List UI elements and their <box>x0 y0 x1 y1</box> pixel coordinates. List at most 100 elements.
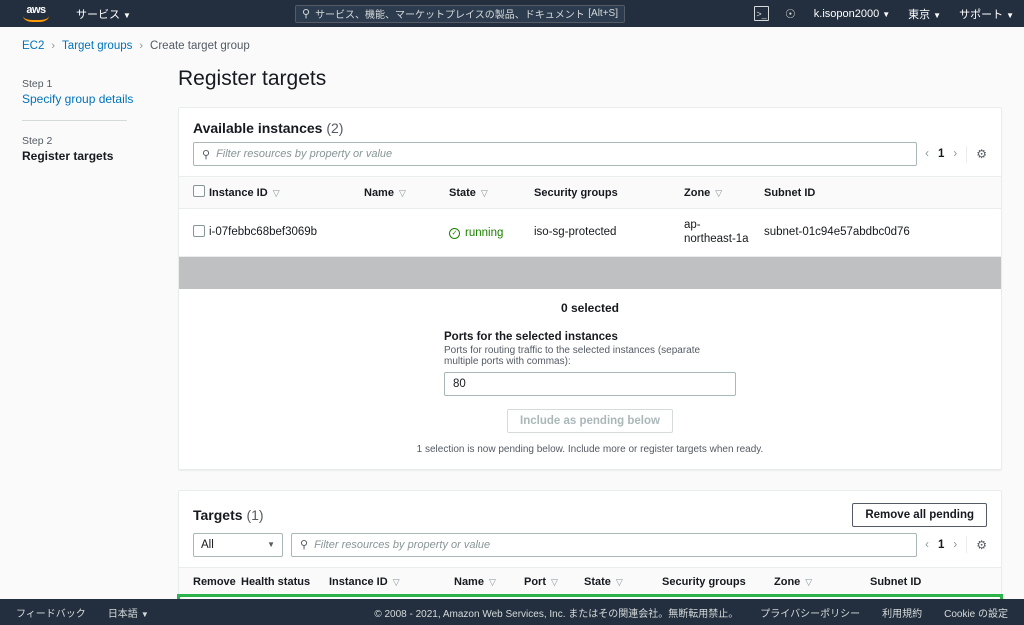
targets-type-select[interactable]: All ▼ <box>193 532 283 557</box>
column-subnet-id-label: Subnet ID <box>870 575 922 588</box>
targets-pagination: ‹ 1 › ⚙ <box>925 536 987 554</box>
column-state-label: State <box>584 575 611 588</box>
support-menu-label: サポート <box>959 8 1004 21</box>
chevron-down-icon: ▼ <box>882 9 891 19</box>
feedback-link[interactable]: フィードバック <box>16 605 86 620</box>
ports-label: Ports for the selected instances <box>444 330 618 343</box>
pagination-page-1[interactable]: 1 <box>938 539 944 551</box>
services-menu-label: サービス <box>76 8 120 21</box>
sidebar-step-2-number: Step 2 <box>22 135 53 147</box>
sort-icon: ▽ <box>805 576 813 587</box>
search-icon: ⚲ <box>302 8 311 20</box>
targets-title: Targets (1) <box>193 507 264 523</box>
sort-icon: ▽ <box>488 576 496 587</box>
column-state[interactable]: State ▽ <box>584 566 662 597</box>
select-all-header <box>179 176 209 209</box>
check-circle-icon: ✓ <box>449 227 460 239</box>
column-zone[interactable]: Zone ▽ <box>684 176 764 209</box>
pagination-page-1[interactable]: 1 <box>938 148 944 160</box>
select-all-checkbox[interactable] <box>193 185 205 197</box>
column-subnet-id: Subnet ID <box>870 566 1001 597</box>
pagination-prev-icon[interactable]: ‹ <box>925 148 929 160</box>
cookie-preferences-link[interactable]: Cookie の設定 <box>944 605 1008 620</box>
available-instances-panel: Available instances (2) ⚲ Filter resourc… <box>178 107 1002 470</box>
top-navigation: aws サービス▼ ⚲ サービス、機能、マーケットプレイスの製品、ドキュメントを… <box>0 0 1024 27</box>
column-remove-label: Remove <box>193 575 236 588</box>
aws-logo-text: aws <box>26 3 46 16</box>
table-header-row: Remove Health status Instance ID ▽ Name ▽ <box>179 566 1001 597</box>
column-instance-id[interactable]: Instance ID ▽ <box>329 566 454 597</box>
sidebar-step-2[interactable]: Step 2 Register targets <box>22 135 178 163</box>
cloudshell-icon[interactable]: >_ <box>754 6 770 21</box>
available-instances-filter-row: ⚲ Filter resources by property or value … <box>179 142 1001 176</box>
chevron-down-icon: ▼ <box>140 609 149 619</box>
sort-icon: ▽ <box>392 576 400 587</box>
sidebar-step-1[interactable]: Step 1 Specify group details <box>22 78 178 106</box>
sidebar-divider <box>22 120 127 121</box>
global-search-input[interactable]: ⚲ サービス、機能、マーケットプレイスの製品、ドキュメントを検索し [Alt+S… <box>295 4 625 23</box>
column-name[interactable]: Name ▽ <box>364 176 449 209</box>
chevron-down-icon: ▼ <box>1006 10 1014 20</box>
gear-icon[interactable]: ⚙ <box>976 538 987 552</box>
terms-of-use-link[interactable]: 利用規約 <box>882 605 922 620</box>
pagination-prev-icon[interactable]: ‹ <box>925 539 929 551</box>
table-row[interactable]: i-07febbc68bef3069b ✓ running iso-sg-pro… <box>179 208 1001 257</box>
breadcrumb-item-ec2[interactable]: EC2 <box>22 40 44 52</box>
support-menu[interactable]: サポート ▼ <box>959 6 1014 22</box>
column-zone[interactable]: Zone ▽ <box>774 566 870 597</box>
pagination-next-icon[interactable]: › <box>953 148 957 160</box>
sidebar-step-2-label: Register targets <box>22 149 114 163</box>
page-footer: フィードバック 日本語 ▼ © 2008 - 2021, Amazon Web S… <box>0 599 1024 625</box>
account-menu[interactable]: k.isopon2000 ▼ <box>814 8 890 20</box>
column-zone-label: Zone <box>684 186 711 199</box>
cell-name <box>364 208 449 257</box>
sort-icon: ▽ <box>615 576 623 587</box>
gear-icon[interactable]: ⚙ <box>976 147 987 161</box>
aws-logo[interactable]: aws <box>18 4 54 24</box>
column-state[interactable]: State ▽ <box>449 176 534 209</box>
column-instance-id-label: Instance ID <box>329 575 388 588</box>
sort-icon: ▽ <box>480 187 488 198</box>
sort-icon: ▽ <box>272 187 280 198</box>
cell-zone: ap-northeast-1a <box>684 208 764 257</box>
redacted-row-band <box>179 256 1001 289</box>
column-port[interactable]: Port ▽ <box>524 566 584 597</box>
ports-input-value: 80 <box>453 377 466 390</box>
available-instances-title-text: Available instances <box>193 120 323 136</box>
services-menu[interactable]: サービス ▼ <box>76 6 131 22</box>
pagination-divider <box>966 536 968 554</box>
notifications-bell-icon[interactable]: ☉ <box>785 7 796 21</box>
pagination-next-icon[interactable]: › <box>953 539 957 551</box>
targets-title-text: Targets <box>193 506 243 523</box>
available-instances-filter-input[interactable]: ⚲ Filter resources by property or value <box>193 142 918 166</box>
sort-icon: ▽ <box>715 187 723 198</box>
remove-all-pending-button[interactable]: Remove all pending <box>852 502 987 527</box>
table-header-row: Instance ID ▽ Name ▽ State ▽ Security group… <box>179 176 1001 209</box>
aws-logo-smile <box>23 16 49 22</box>
privacy-policy-link[interactable]: プライバシーポリシー <box>760 605 860 620</box>
region-menu[interactable]: 東京 ▼ <box>908 6 941 22</box>
row-checkbox-cell <box>179 208 209 257</box>
targets-filter-input[interactable]: ⚲ Filter resources by property or value <box>291 532 918 557</box>
ports-input[interactable]: 80 <box>444 371 736 396</box>
column-name[interactable]: Name ▽ <box>454 566 524 597</box>
targets-count: (1) <box>246 506 264 523</box>
breadcrumb-item-target-groups[interactable]: Target groups <box>62 40 132 52</box>
sidebar-step-1-number: Step 1 <box>22 78 53 90</box>
selected-count-label: 0 selected <box>560 300 620 315</box>
page-layout: Step 1 Specify group details Step 2 Regi… <box>0 52 1024 625</box>
cell-subnet-id: subnet-01c94e57abdbc0d76 <box>764 208 1001 257</box>
column-security-groups: Security groups <box>534 176 684 209</box>
row-checkbox[interactable] <box>193 224 205 237</box>
region-menu-label: 東京 <box>908 8 931 21</box>
chevron-down-icon: ▼ <box>267 540 275 550</box>
search-icon: ⚲ <box>300 539 309 552</box>
footer-left: フィードバック 日本語 ▼ <box>16 605 149 620</box>
sidebar-step-1-label[interactable]: Specify group details <box>22 92 178 106</box>
language-selector[interactable]: 日本語 ▼ <box>108 605 149 620</box>
include-as-pending-button[interactable]: Include as pending below <box>507 408 673 433</box>
status-badge: ✓ running <box>449 227 503 239</box>
column-security-groups-label: Security groups <box>534 186 618 199</box>
sort-icon: ▽ <box>398 187 406 198</box>
column-instance-id[interactable]: Instance ID ▽ <box>209 176 364 209</box>
